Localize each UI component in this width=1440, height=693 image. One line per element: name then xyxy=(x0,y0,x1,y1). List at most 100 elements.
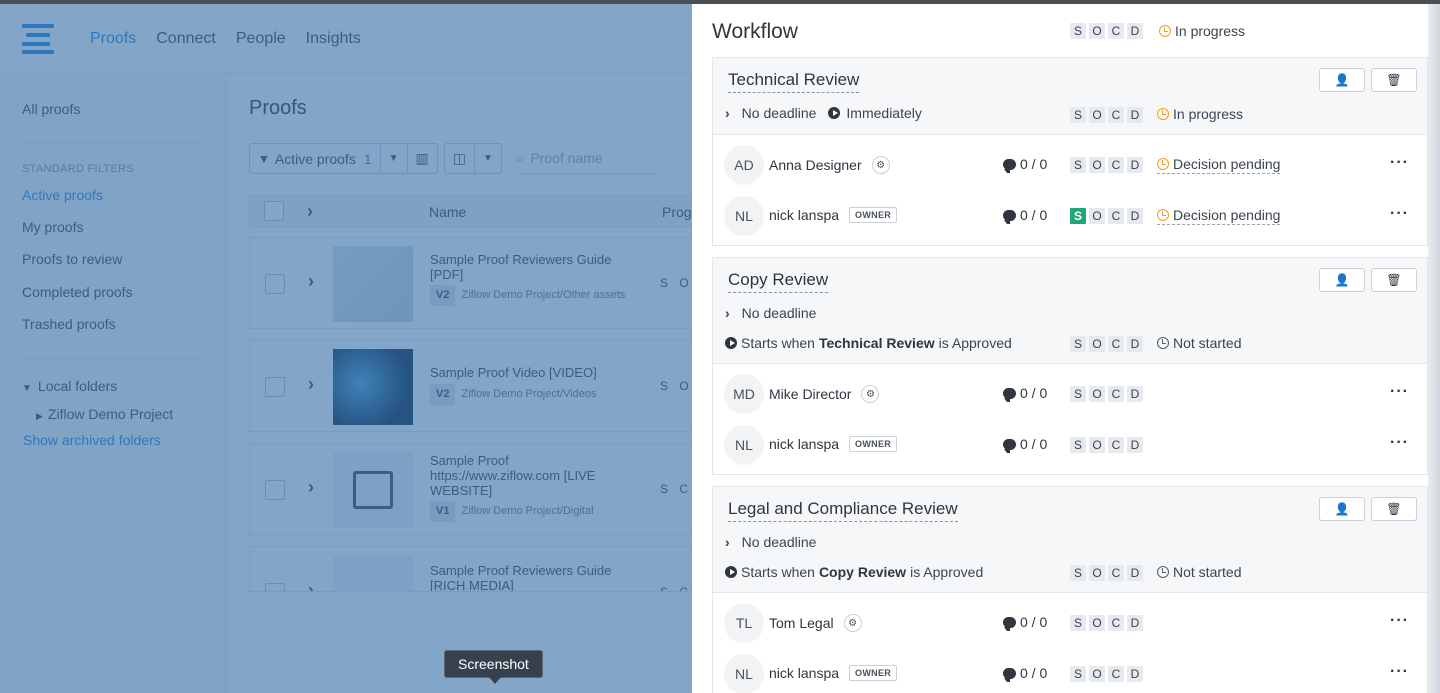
sidebar-item-completed-proofs[interactable]: Completed proofs xyxy=(22,284,133,300)
sidebar-item-trashed-proofs[interactable]: Trashed proofs xyxy=(22,316,116,332)
view-dropdown[interactable]: ◫ ▼ xyxy=(443,143,502,174)
sidebar-divider xyxy=(22,358,202,359)
stage-start-row[interactable]: Starts when Copy Review is Approved xyxy=(725,564,983,580)
column-name[interactable]: Name xyxy=(429,204,466,220)
avatar[interactable]: NL xyxy=(724,196,764,236)
delete-stage-button[interactable]: 🗑 xyxy=(1371,497,1417,521)
nav-tab-proofs[interactable]: Proofs xyxy=(90,30,136,48)
select-all-checkbox[interactable] xyxy=(264,201,284,221)
nav-tab-insights[interactable]: Insights xyxy=(306,30,361,48)
socd-d: D xyxy=(1127,23,1143,39)
proof-name[interactable]: Sample Proof Reviewers Guide [RICH MEDIA… xyxy=(430,563,635,591)
row-checkbox[interactable] xyxy=(265,274,285,294)
stage-header: Legal and Compliance Review 👤 🗑 › No dea… xyxy=(713,487,1427,593)
row-checkbox[interactable] xyxy=(265,583,285,591)
gear-icon[interactable]: ⚙ xyxy=(843,614,862,632)
row-checkbox[interactable] xyxy=(265,377,285,397)
avatar[interactable]: NL xyxy=(724,425,764,465)
table-row[interactable]: › Sample Proof Reviewers Guide [RICH MED… xyxy=(249,546,692,592)
gear-icon[interactable]: ⚙ xyxy=(871,156,890,174)
expand-all-icon[interactable]: › xyxy=(307,201,313,222)
comment-count: 0 / 0 xyxy=(1003,385,1047,402)
building-icon[interactable]: ▥ xyxy=(408,144,437,173)
reviewer-row: AD Anna Designer ⚙ 0 / 0 S O C D Decision… xyxy=(713,140,1427,191)
stage-start-row[interactable]: Starts when Technical Review is Approved xyxy=(725,335,1012,351)
stage-name[interactable]: Copy Review xyxy=(728,270,829,293)
more-options-icon[interactable]: ··· xyxy=(1390,154,1409,172)
comment-count: 0 / 0 xyxy=(1003,207,1047,224)
expand-row-icon[interactable]: › xyxy=(308,271,314,292)
chevron-down-icon[interactable]: ▼ xyxy=(475,144,501,173)
expand-deadline-icon[interactable]: › xyxy=(725,534,730,550)
add-reviewer-button[interactable]: 👤 xyxy=(1319,497,1365,521)
avatar[interactable]: NL xyxy=(724,654,764,693)
ziflow-logo-icon[interactable] xyxy=(22,24,54,54)
proof-name[interactable]: Sample Proof Video [VIDEO] xyxy=(430,365,635,380)
delete-stage-button[interactable]: 🗑 xyxy=(1371,68,1417,92)
nav-tab-people[interactable]: People xyxy=(236,30,286,48)
add-reviewer-button[interactable]: 👤 xyxy=(1319,268,1365,292)
reviewer-status[interactable]: Decision pending xyxy=(1157,207,1281,225)
avatar[interactable]: MD xyxy=(724,374,764,414)
expand-deadline-icon[interactable]: › xyxy=(725,305,730,321)
gear-icon[interactable]: ⚙ xyxy=(861,385,880,403)
chevron-down-icon[interactable]: ▼ xyxy=(381,144,408,173)
workflow-socd: S O C D xyxy=(1070,23,1143,39)
filter-dropdown[interactable]: ▼ Active proofs 1 ▼ ▥ xyxy=(249,143,438,174)
more-options-icon[interactable]: ··· xyxy=(1390,383,1409,401)
more-options-icon[interactable]: ··· xyxy=(1390,612,1409,630)
proof-thumbnail[interactable] xyxy=(333,246,413,322)
reviewer-name: Anna Designer xyxy=(769,157,862,173)
delete-stage-button[interactable]: 🗑 xyxy=(1371,268,1417,292)
deadline-text[interactable]: No deadline xyxy=(742,534,817,550)
socd-d: D xyxy=(1127,437,1143,453)
stage-name[interactable]: Technical Review xyxy=(728,70,860,93)
comment-icon xyxy=(1003,387,1016,402)
table-row[interactable]: › Sample Proof Reviewers Guide [PDF] V2 Z… xyxy=(249,237,692,329)
reviewer-name: Tom Legal xyxy=(769,615,834,631)
standard-filters-heading: STANDARD FILTERS xyxy=(22,163,134,175)
socd-c: C xyxy=(1108,437,1124,453)
local-folders-toggle[interactable]: ▼ Local folders xyxy=(22,378,117,394)
deadline-text[interactable]: No deadline xyxy=(742,305,817,321)
sidebar-item-active-proofs[interactable]: Active proofs xyxy=(22,187,103,203)
comment-count: 0 / 0 xyxy=(1003,614,1047,631)
avatar[interactable]: TL xyxy=(724,603,764,643)
proof-name[interactable]: Sample Proof https://www.ziflow.com [LIV… xyxy=(430,453,635,498)
more-options-icon[interactable]: ··· xyxy=(1390,663,1409,681)
avatar[interactable]: AD xyxy=(724,145,764,185)
table-row[interactable]: › Sample Proof Video [VIDEO] V2 Ziflow De… xyxy=(249,340,692,432)
proof-path[interactable]: Ziflow Demo Project/Other assets xyxy=(461,288,625,303)
clock-icon xyxy=(1159,25,1171,37)
proof-path[interactable]: Ziflow Demo Project/Digital xyxy=(461,504,593,519)
expand-row-icon[interactable]: › xyxy=(308,374,314,395)
expand-deadline-icon[interactable]: › xyxy=(725,105,730,121)
expand-row-icon[interactable]: › xyxy=(308,477,314,498)
proof-name[interactable]: Sample Proof Reviewers Guide [PDF] xyxy=(430,252,635,282)
html-icon[interactable] xyxy=(333,555,413,591)
stage-name[interactable]: Legal and Compliance Review xyxy=(728,499,958,522)
deadline-text[interactable]: No deadline xyxy=(742,105,817,121)
add-reviewer-button[interactable]: 👤 xyxy=(1319,68,1365,92)
search-input[interactable]: ⌕ Proof name xyxy=(515,143,656,174)
stage-deadline-row: › No deadline Immediately xyxy=(725,105,922,121)
nav-tab-connect[interactable]: Connect xyxy=(156,30,216,48)
table-row[interactable]: › Sample Proof https://www.ziflow.com [L… xyxy=(249,443,692,535)
more-options-icon[interactable]: ··· xyxy=(1390,205,1409,223)
sidebar-item-all-proofs[interactable]: All proofs xyxy=(22,101,80,117)
row-checkbox[interactable] xyxy=(265,480,285,500)
website-icon[interactable] xyxy=(333,452,413,528)
columns-icon[interactable]: ◫ xyxy=(445,144,475,173)
play-icon xyxy=(828,107,841,119)
expand-row-icon[interactable]: › xyxy=(308,580,314,591)
folder-item[interactable]: ▶ Ziflow Demo Project xyxy=(36,406,173,422)
more-options-icon[interactable]: ··· xyxy=(1390,434,1409,452)
reviewer-status[interactable]: Decision pending xyxy=(1157,156,1281,174)
start-text[interactable]: Immediately xyxy=(846,105,921,121)
show-archived-folders-link[interactable]: Show archived folders xyxy=(23,432,161,448)
sidebar-item-my-proofs[interactable]: My proofs xyxy=(22,219,83,235)
proof-thumbnail[interactable] xyxy=(333,349,413,425)
proof-path[interactable]: Ziflow Demo Project/Videos xyxy=(461,387,596,402)
column-progress[interactable]: Prog xyxy=(662,204,692,220)
sidebar-item-proofs-to-review[interactable]: Proofs to review xyxy=(22,251,122,267)
